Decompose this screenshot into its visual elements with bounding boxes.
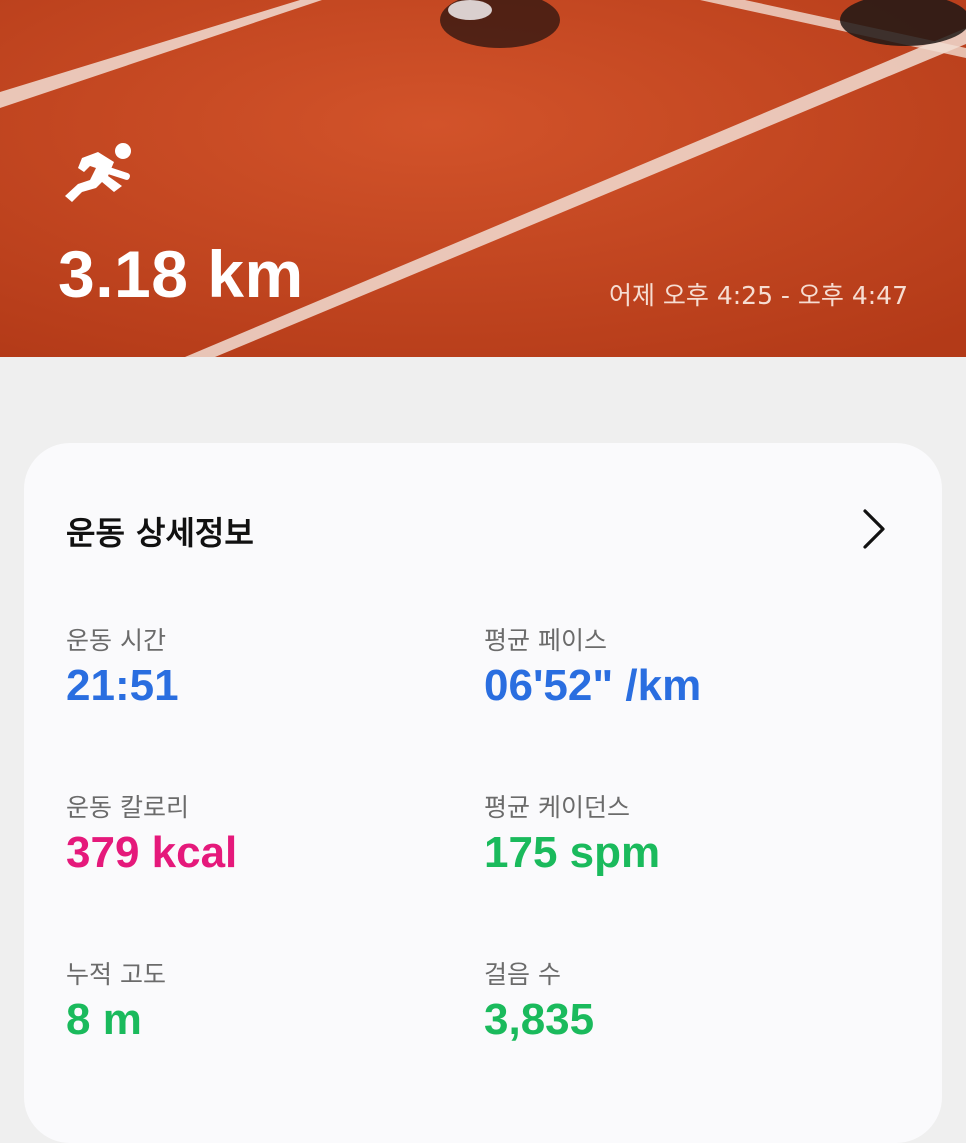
cadence-label: 평균 케이던스 <box>484 793 630 822</box>
pace-value: 06'52" /km <box>484 661 702 710</box>
workout-time-range: 어제 오후 4:25 - 오후 4:47 <box>608 281 908 310</box>
calories-value: 379 kcal <box>66 828 238 877</box>
steps-label: 걸음 수 <box>484 960 561 989</box>
calories-label: 운동 칼로리 <box>66 793 189 822</box>
chevron-right-icon[interactable] <box>858 505 890 553</box>
duration-label: 운동 시간 <box>66 626 166 655</box>
running-icon <box>65 143 131 202</box>
elevation-value: 8 m <box>66 995 142 1044</box>
distance-value: 3.18 km <box>58 237 304 311</box>
workout-details-card[interactable]: 운동 상세정보 운동 시간 21:51 평균 페이스 06'52" /km 운동… <box>24 443 942 1143</box>
card-title: 운동 상세정보 <box>66 514 254 552</box>
duration-value: 21:51 <box>66 661 179 710</box>
header-image: 3.18 km 어제 오후 4:25 - 오후 4:47 <box>0 0 966 357</box>
elevation-label: 누적 고도 <box>66 960 166 989</box>
steps-value: 3,835 <box>484 995 595 1044</box>
cadence-value: 175 spm <box>484 828 661 877</box>
pace-label: 평균 페이스 <box>484 626 607 655</box>
